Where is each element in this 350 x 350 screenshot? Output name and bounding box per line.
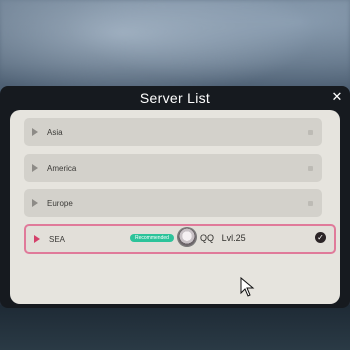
server-list-dialog: Server List ✕ Asia America Europe SEA Re… xyxy=(0,86,350,308)
server-name: America xyxy=(47,163,77,173)
flag-icon xyxy=(34,235,40,243)
server-list-panel: Asia America Europe SEA Recommended QQ L… xyxy=(10,110,340,304)
server-name: Asia xyxy=(47,127,63,137)
server-name: SEA xyxy=(49,234,66,244)
recommended-badge: Recommended xyxy=(130,234,174,242)
dialog-header: Server List ✕ xyxy=(0,86,350,110)
status-icon xyxy=(308,129,313,135)
flag-icon xyxy=(32,199,38,207)
player-avatar xyxy=(178,228,196,246)
server-row-europe[interactable]: Europe xyxy=(24,189,322,217)
checkmark-icon: ✓ xyxy=(315,232,326,243)
dialog-title: Server List xyxy=(139,90,211,106)
flag-icon xyxy=(32,128,38,136)
player-level: Lvl.25 xyxy=(221,233,246,243)
player-name: QQ xyxy=(200,233,215,243)
status-icon xyxy=(308,200,313,206)
server-row-sea[interactable]: SEA Recommended QQ Lvl.25 ✓ xyxy=(24,224,336,254)
server-row-asia[interactable]: Asia xyxy=(24,118,322,146)
background-ground xyxy=(0,305,350,350)
flag-icon xyxy=(32,164,38,172)
close-icon[interactable]: ✕ xyxy=(330,90,344,104)
player-info: QQ Lvl.25 xyxy=(200,233,246,243)
server-name: Europe xyxy=(47,198,73,208)
mouse-cursor-icon xyxy=(240,276,255,297)
status-icon xyxy=(308,165,313,171)
server-row-america[interactable]: America xyxy=(24,154,322,182)
